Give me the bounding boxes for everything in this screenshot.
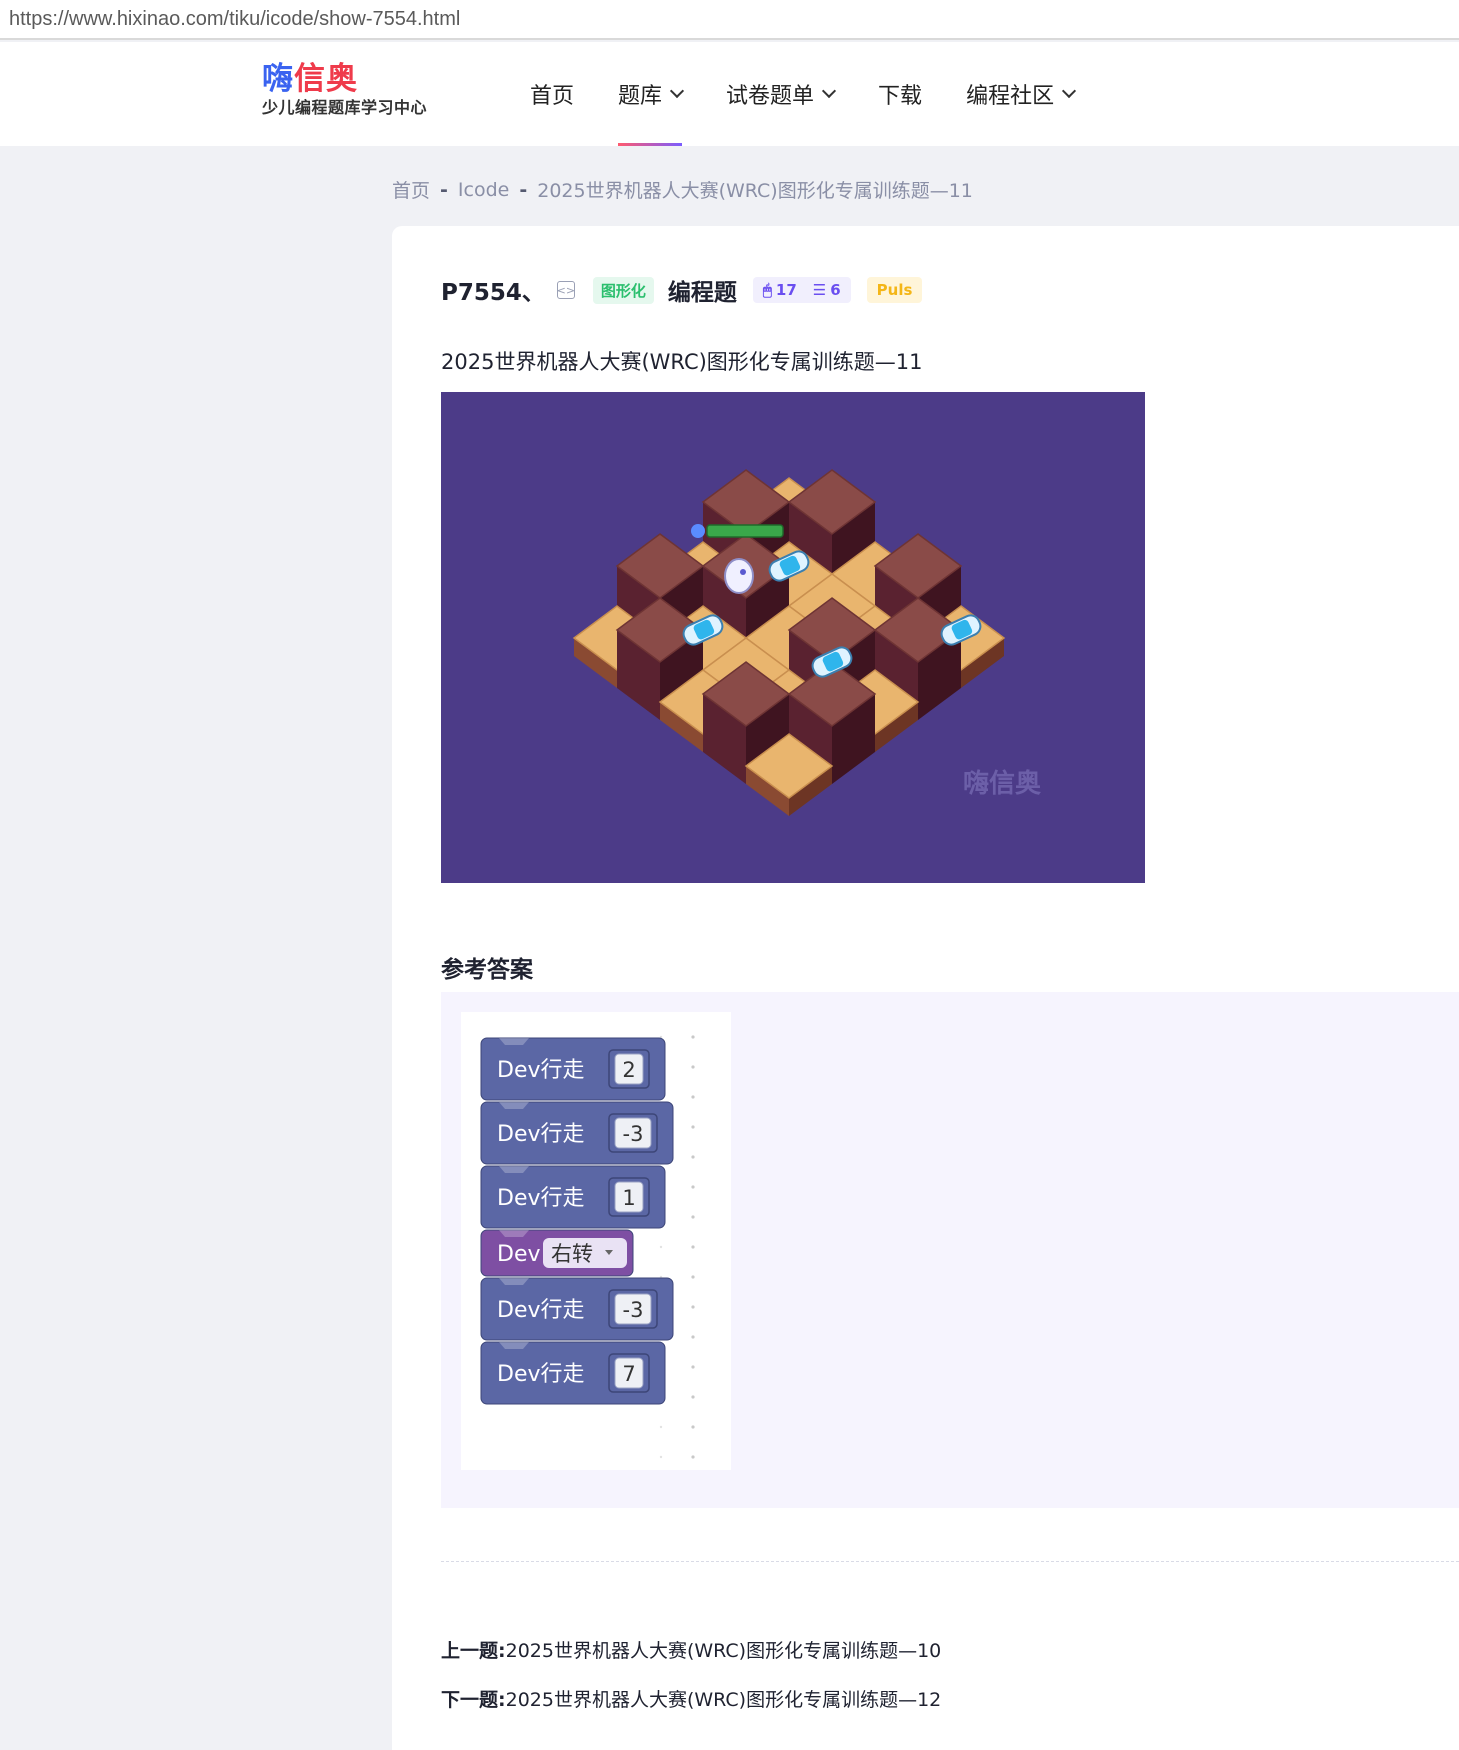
question-type: 编程题 xyxy=(667,280,737,306)
grid-dot xyxy=(691,1155,695,1159)
nav-item-download[interactable]: 下载 xyxy=(878,42,922,146)
nav-item-home[interactable]: 首页 xyxy=(530,42,574,146)
grid-dot xyxy=(691,1365,695,1369)
move-block: Dev行走 7 xyxy=(480,1341,666,1405)
grid-dot xyxy=(691,1425,695,1429)
turn-block: Dev 右转 xyxy=(480,1229,634,1277)
number-value: -3 xyxy=(623,1298,644,1322)
grid-dot xyxy=(691,1125,695,1129)
nav-item-label: 题库 xyxy=(618,84,663,109)
grid-dot xyxy=(691,1095,695,1099)
problem-id: P7554、 xyxy=(441,280,545,306)
block-label: Dev行走 xyxy=(497,1362,585,1387)
list-count: 6 xyxy=(830,281,841,299)
robot-dev xyxy=(724,558,754,594)
main-nav: 首页 题库 试卷题单 下载 编程社区 xyxy=(530,42,1118,146)
move-block: Dev行走 2 xyxy=(480,1037,666,1101)
grid-dot xyxy=(659,1245,663,1249)
problem-title: 2025世界机器人大赛(WRC)图形化专属训练题—11 xyxy=(441,350,923,374)
browser-url-bar[interactable]: https://www.hixinao.com/tiku/icode/show-… xyxy=(0,0,1459,40)
puzzle-image: 嗨信奥 xyxy=(441,392,1145,883)
next-problem: 下一题:2025世界机器人大赛(WRC)图形化专属训练题—12 xyxy=(441,1685,942,1711)
stats-badge: 🖱 17 ☰ 6 xyxy=(752,277,851,303)
block-label: Dev行走 xyxy=(497,1122,585,1147)
block-label: Dev行走 xyxy=(497,1186,585,1211)
puzzle-board: 嗨信奥 xyxy=(441,392,1145,883)
nav-item-label: 编程社区 xyxy=(966,84,1055,109)
prev-problem: 上一题:2025世界机器人大赛(WRC)图形化专属训练题—10 xyxy=(441,1636,942,1662)
url-text[interactable]: https://www.hixinao.com/tiku/icode/show-… xyxy=(9,8,460,31)
grid-dot xyxy=(691,1245,695,1249)
dropdown-value: 右转 xyxy=(551,1242,593,1266)
breadcrumb-separator: - xyxy=(519,178,528,201)
chevron-down-icon xyxy=(1062,83,1077,99)
block-label: Dev行走 xyxy=(497,1298,585,1323)
block-label: Dev xyxy=(497,1242,541,1267)
prev-label: 上一题: xyxy=(441,1640,506,1662)
number-value: -3 xyxy=(623,1122,644,1146)
move-block: Dev行走 -3 xyxy=(480,1101,674,1165)
grid-dot xyxy=(691,1455,695,1459)
breadcrumb: 首页 - Icode - 2025世界机器人大赛(WRC)图形化专属训练题—11 xyxy=(392,176,973,203)
grid-dot xyxy=(691,1395,695,1399)
grid-dot xyxy=(691,1305,695,1309)
grid-dot xyxy=(691,1065,695,1069)
nav-item-papers[interactable]: 试卷题单 xyxy=(726,42,837,146)
like-icon: 🖱 xyxy=(762,281,772,299)
category-badge: 图形化 xyxy=(592,276,654,304)
code-icon[interactable]: <> xyxy=(557,281,575,299)
grid-dot xyxy=(659,1455,663,1459)
level-badge: Puls xyxy=(866,277,923,303)
answer-box: Dev行走 2 Dev行走 -3 Dev行走 1 Dev 右转 Dev行走 -3 Dev行走 7 xyxy=(441,992,1459,1508)
number-value: 1 xyxy=(622,1186,635,1210)
breadcrumb-icode[interactable]: Icode xyxy=(458,179,509,201)
divider xyxy=(441,1561,1459,1562)
answer-heading: 参考答案 xyxy=(441,957,533,983)
site-logo[interactable]: 嗨信奥 少儿编程题库学习中心 xyxy=(262,62,442,122)
grid-dot xyxy=(691,1035,695,1039)
logo-brand-part2: 信奥 xyxy=(294,61,358,97)
nav-item-label: 试卷题单 xyxy=(726,84,815,109)
problem-title-row: P7554、 <> 图形化 编程题 🖱 17 ☰ 6 Puls xyxy=(441,274,923,306)
code-blocks: Dev行走 2 Dev行走 -3 Dev行走 1 Dev 右转 Dev行走 -3 Dev行走 7 xyxy=(480,1035,695,1459)
prev-problem-link[interactable]: 2025世界机器人大赛(WRC)图形化专属训练题—10 xyxy=(506,1640,942,1662)
nav-item-community[interactable]: 编程社区 xyxy=(966,42,1077,146)
chevron-down-icon xyxy=(821,83,837,99)
breadcrumb-home[interactable]: 首页 xyxy=(392,176,430,203)
site-header: 嗨信奥 少儿编程题库学习中心 首页 题库 试卷题单 下载 编程社区 xyxy=(0,42,1459,146)
breadcrumb-current: 2025世界机器人大赛(WRC)图形化专属训练题—11 xyxy=(537,180,973,202)
nav-item-label: 首页 xyxy=(530,84,575,109)
number-value: 7 xyxy=(622,1362,635,1386)
logo-tagline: 少儿编程题库学习中心 xyxy=(262,98,428,117)
chevron-down-icon xyxy=(669,83,685,99)
nav-item-label: 下载 xyxy=(878,84,923,109)
grid-dot xyxy=(691,1185,695,1189)
grid-dot xyxy=(691,1335,695,1339)
problem-card: P7554、 <> 图形化 编程题 🖱 17 ☰ 6 Puls 2025世界机器… xyxy=(392,226,1459,1750)
block-label: Dev行走 xyxy=(497,1058,585,1083)
grid-dot xyxy=(659,1425,663,1429)
breadcrumb-separator: - xyxy=(440,178,448,201)
code-blocks-panel: Dev行走 2 Dev行走 -3 Dev行走 1 Dev 右转 Dev行走 -3 Dev行走 7 xyxy=(461,1012,731,1470)
robot-badge-icon xyxy=(691,524,705,538)
like-count: 17 xyxy=(775,281,797,299)
logo-brand: 嗨信奥 xyxy=(262,62,442,96)
grid-dot xyxy=(691,1275,695,1279)
move-block: Dev行走 -3 xyxy=(480,1277,674,1341)
next-label: 下一题: xyxy=(441,1689,506,1711)
list-icon: ☰ xyxy=(812,281,827,299)
grid-dot xyxy=(691,1215,695,1219)
problem-navigation: 上一题:2025世界机器人大赛(WRC)图形化专属训练题—10 下一题:2025… xyxy=(441,1636,941,1734)
move-block: Dev行走 1 xyxy=(480,1165,666,1229)
nav-item-question-bank[interactable]: 题库 xyxy=(618,42,685,146)
health-bar xyxy=(706,524,784,538)
watermark: 嗨信奥 xyxy=(963,768,1042,799)
number-value: 2 xyxy=(622,1058,635,1082)
next-problem-link[interactable]: 2025世界机器人大赛(WRC)图形化专属训练题—12 xyxy=(506,1689,942,1711)
logo-brand-part1: 嗨 xyxy=(262,61,294,97)
